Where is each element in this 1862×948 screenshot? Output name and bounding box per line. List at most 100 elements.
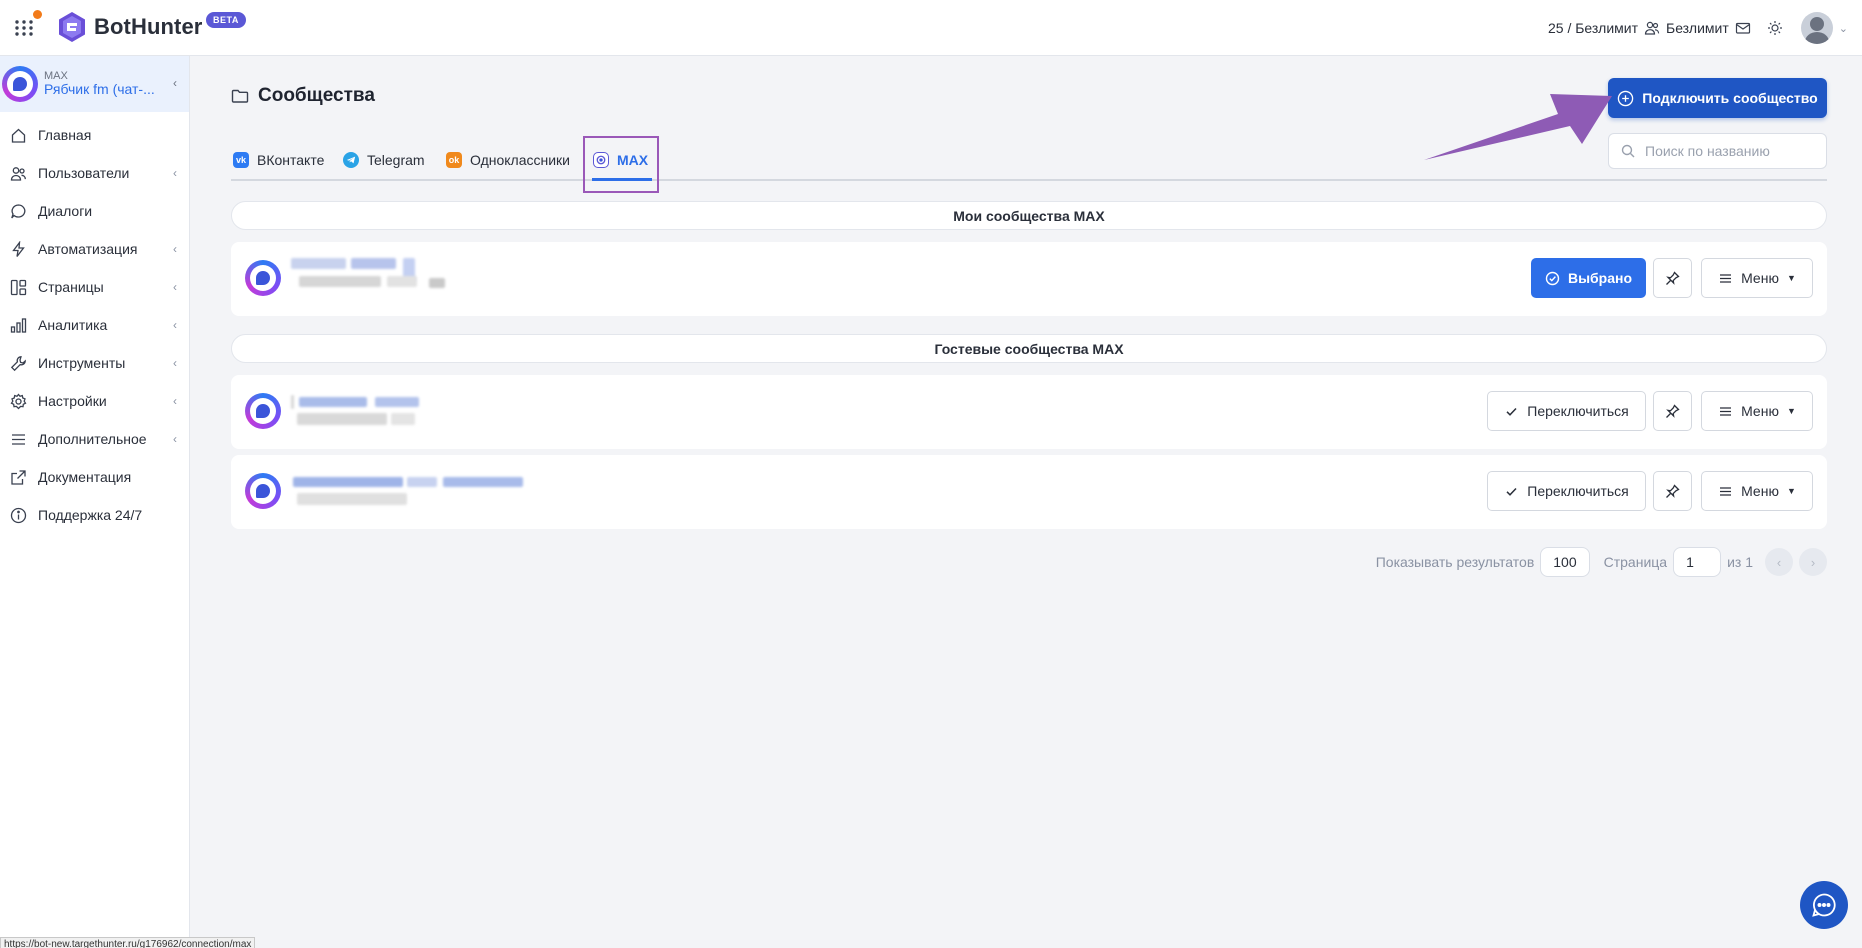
community-card: Выбрано Меню ▼ xyxy=(231,242,1827,316)
menu-label: Меню xyxy=(1741,403,1779,419)
top-bar: BotHunter BETA 25 / Безлимит Безлимит ⌄ xyxy=(0,0,1862,56)
pagination: Показывать результатов 100 Страница 1 из… xyxy=(1376,547,1827,577)
list-icon xyxy=(1720,273,1732,283)
chart-icon xyxy=(10,317,27,333)
sidebar-item-label: Страницы xyxy=(38,279,104,295)
selected-button[interactable]: Выбрано xyxy=(1531,258,1646,298)
max-logo-icon xyxy=(2,66,38,102)
tab-vkontakte[interactable]: vk ВКонтакте xyxy=(233,152,324,168)
switch-button[interactable]: Переключиться xyxy=(1487,391,1646,431)
menu-button[interactable]: Меню ▼ xyxy=(1701,471,1813,511)
tab-highlight-frame xyxy=(583,136,659,193)
page-title: Сообщества xyxy=(258,85,375,106)
bolt-icon xyxy=(12,240,25,257)
switch-label: Переключиться xyxy=(1527,483,1629,499)
chevron-left-icon: ‹ xyxy=(173,432,177,446)
top-right-controls: 25 / Безлимит Безлимит ⌄ xyxy=(1548,12,1848,44)
chat-bubble-icon xyxy=(1812,893,1836,917)
sun-icon[interactable] xyxy=(1767,20,1783,36)
sidebar: MAX Рябчик fm (чат-... ‹ Главная Пользова… xyxy=(0,56,190,948)
tab-label: Одноклассники xyxy=(470,152,571,168)
check-icon xyxy=(1506,487,1517,496)
next-page-button[interactable]: › xyxy=(1799,548,1827,576)
per-page-input[interactable]: 100 xyxy=(1540,547,1590,577)
page-label: Страница xyxy=(1603,554,1668,570)
pin-icon xyxy=(1666,403,1680,418)
wrench-icon xyxy=(10,355,26,371)
connect-community-button[interactable]: Подключить сообщество xyxy=(1608,78,1827,118)
tab-odnoklassniki[interactable]: ok Одноклассники xyxy=(446,152,570,168)
chevron-left-icon: ‹ xyxy=(173,318,177,332)
page-total: из 1 xyxy=(1727,554,1753,570)
home-icon xyxy=(11,128,26,143)
vk-icon: vk xyxy=(233,152,249,168)
sidebar-item-label: Настройки xyxy=(38,393,107,409)
pin-button[interactable] xyxy=(1653,471,1692,511)
external-link-icon xyxy=(11,469,26,485)
brand-name: BotHunter xyxy=(94,14,203,39)
chat-icon xyxy=(11,203,26,218)
mail-icon[interactable] xyxy=(1735,20,1751,36)
status-bar-url: https://bot-new.targethunter.ru/g176962/… xyxy=(0,937,256,948)
chevron-left-icon: ‹ xyxy=(173,356,177,370)
guest-communities-header: Гостевые сообщества MAX xyxy=(231,334,1827,363)
sidebar-item-gear[interactable]: Настройки ‹ xyxy=(0,382,189,420)
menu-label: Меню xyxy=(1741,270,1779,286)
limit-counter: 25 / Безлимит xyxy=(1547,20,1638,36)
tab-label: ВКонтакте xyxy=(257,152,325,168)
info-icon xyxy=(10,507,27,523)
community-card: Переключиться Меню ▼ xyxy=(231,455,1827,529)
sidebar-item-label: Автоматизация xyxy=(38,241,138,257)
menu-label: Меню xyxy=(1741,483,1779,499)
sidebar-item-pages[interactable]: Страницы ‹ xyxy=(0,268,189,306)
user-avatar[interactable] xyxy=(1800,12,1833,44)
caret-down-icon: ▼ xyxy=(1786,486,1796,496)
sidebar-item-chat[interactable]: Диалоги xyxy=(0,192,189,230)
chevron-down-icon[interactable]: ⌄ xyxy=(1839,22,1848,35)
chevron-left-icon: ‹ xyxy=(173,76,177,90)
logo[interactable]: BotHunter xyxy=(56,11,202,43)
users-limit: Безлимит xyxy=(1666,20,1729,36)
apps-grid-icon[interactable] xyxy=(14,18,34,38)
pin-button[interactable] xyxy=(1653,258,1692,298)
telegram-icon xyxy=(343,152,359,168)
sidebar-item-chart[interactable]: Аналитика ‹ xyxy=(0,306,189,344)
my-communities-header: Мои сообщества MAX xyxy=(231,201,1827,230)
sidebar-item-home[interactable]: Главная xyxy=(0,116,189,154)
project-switcher[interactable]: MAX Рябчик fm (чат-... ‹ xyxy=(0,56,189,112)
prev-page-button[interactable]: ‹ xyxy=(1765,548,1793,576)
bothunter-logo-icon xyxy=(56,11,88,43)
beta-badge: BETA xyxy=(206,12,246,28)
max-logo-icon xyxy=(245,473,281,509)
project-name: Рябчик fm (чат-... xyxy=(44,81,155,98)
check-icon xyxy=(1506,407,1517,416)
community-card: Переключиться Меню ▼ xyxy=(231,375,1827,449)
annotation-arrow xyxy=(1424,94,1612,160)
sidebar-item-label: Документация xyxy=(38,469,132,485)
caret-down-icon: ▼ xyxy=(1786,406,1796,416)
sidebar-item-external-link[interactable]: Документация xyxy=(0,458,189,496)
sidebar-item-users[interactable]: Пользователи ‹ xyxy=(0,154,189,192)
folder-icon xyxy=(231,89,249,103)
sidebar-item-label: Главная xyxy=(38,127,92,143)
switch-button[interactable]: Переключиться xyxy=(1487,471,1646,511)
pin-button[interactable] xyxy=(1653,391,1692,431)
sidebar-item-bolt[interactable]: Автоматизация ‹ xyxy=(0,230,189,268)
page-header: Сообщества xyxy=(231,85,375,107)
tab-telegram[interactable]: Telegram xyxy=(343,152,425,168)
menu-button[interactable]: Меню ▼ xyxy=(1701,258,1813,298)
page-input[interactable]: 1 xyxy=(1673,547,1722,577)
support-chat-button[interactable] xyxy=(1800,881,1848,929)
sidebar-item-menu[interactable]: Дополнительное ‹ xyxy=(0,420,189,458)
sidebar-item-info[interactable]: Поддержка 24/7 xyxy=(0,496,189,534)
sidebar-item-label: Инструменты xyxy=(38,355,126,371)
sidebar-item-wrench[interactable]: Инструменты ‹ xyxy=(0,344,189,382)
menu-button[interactable]: Меню ▼ xyxy=(1701,391,1813,431)
max-logo-icon xyxy=(245,393,281,429)
search-input[interactable] xyxy=(1645,143,1805,159)
users-icon xyxy=(1644,20,1660,36)
sidebar-item-label: Диалоги xyxy=(38,203,93,219)
chevron-left-icon: ‹ xyxy=(173,394,177,408)
search-field[interactable] xyxy=(1608,133,1827,169)
search-icon xyxy=(1621,144,1635,158)
